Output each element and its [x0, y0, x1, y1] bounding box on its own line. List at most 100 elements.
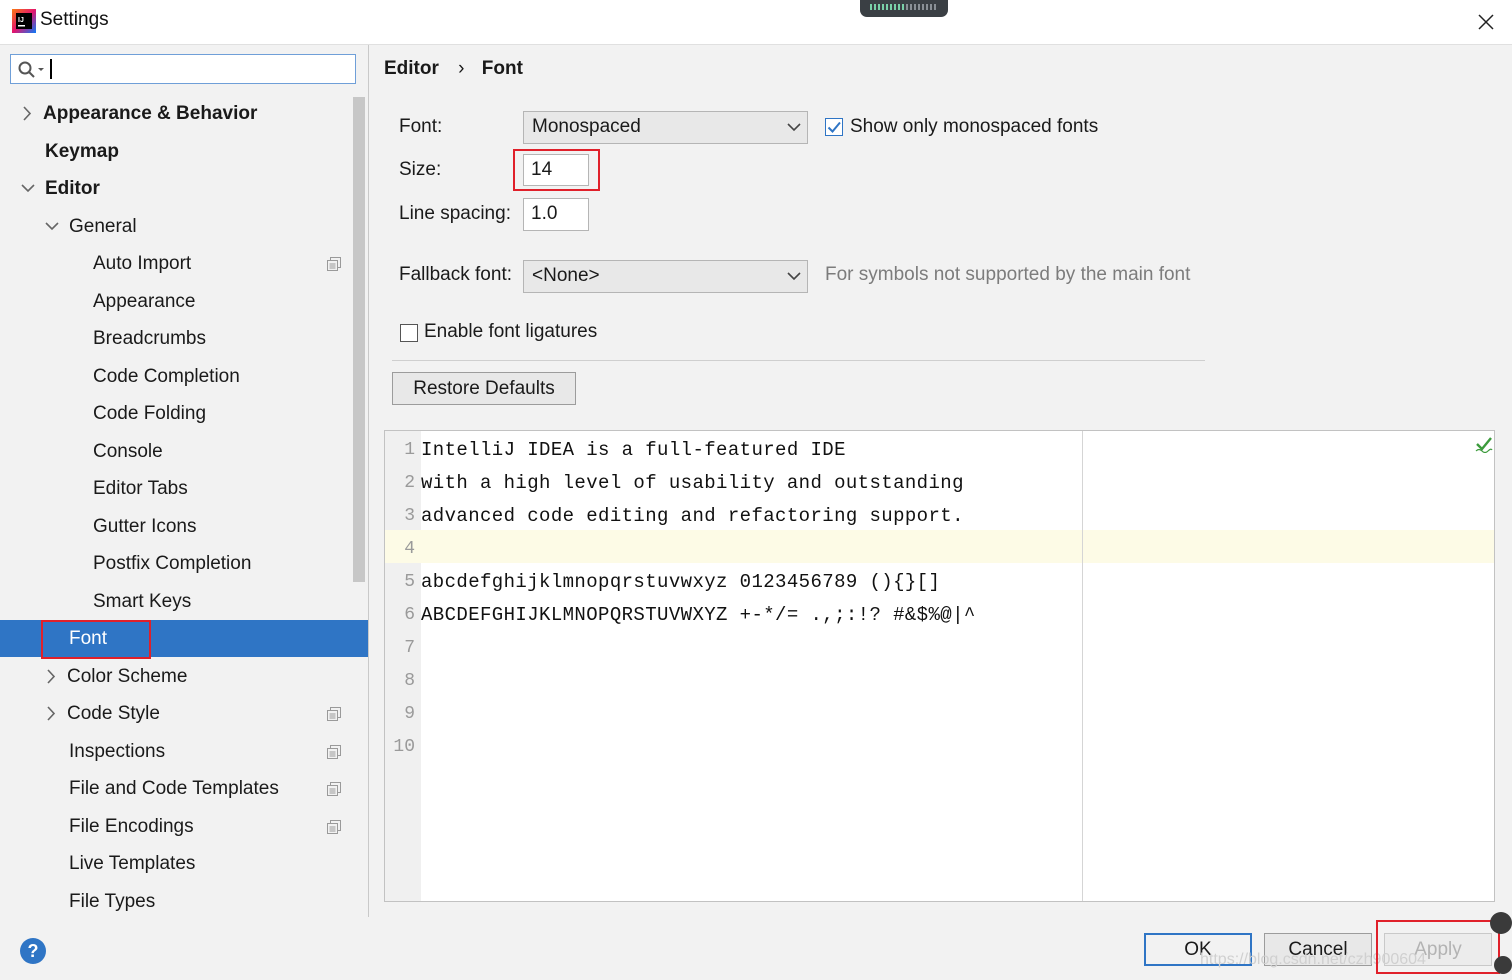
sidebar-item-editor-tabs[interactable]: Editor Tabs — [0, 470, 352, 507]
sidebar-item-label: File Encodings — [69, 816, 194, 837]
text-caret — [50, 59, 52, 79]
chevron-right-icon — [47, 706, 56, 721]
ligatures-checkbox[interactable] — [400, 324, 418, 342]
sidebar-item-font[interactable]: Font — [0, 620, 368, 657]
sidebar-item-breadcrumbs[interactable]: Breadcrumbs — [0, 320, 352, 357]
sidebar-item-label: Postfix Completion — [93, 553, 252, 574]
sidebar-item-label: Keymap — [45, 141, 119, 162]
sidebar-item-label: File and Code Templates — [69, 778, 279, 799]
sidebar-item-label: Appearance & Behavior — [43, 103, 258, 124]
close-icon — [1478, 14, 1494, 30]
search-input[interactable] — [10, 54, 356, 84]
sidebar-item-label: Code Folding — [93, 403, 207, 424]
sidebar-item-appearance-behavior[interactable]: Appearance & Behavior — [0, 95, 352, 132]
sidebar-scrollbar[interactable] — [353, 97, 365, 582]
breadcrumb-parent[interactable]: Editor — [384, 58, 439, 80]
code-line: advanced code editing and refactoring su… — [421, 505, 964, 527]
inspection-ok-icon — [1475, 437, 1493, 453]
font-label: Font: — [399, 116, 443, 137]
size-label: Size: — [399, 159, 442, 180]
line-spacing-input[interactable]: 1.0 — [523, 198, 589, 231]
fallback-font-combobox-value: <None> — [532, 265, 600, 286]
project-settings-icon — [327, 745, 341, 759]
line-spacing-label: Line spacing: — [399, 203, 511, 224]
sidebar-item-label: Breadcrumbs — [93, 328, 206, 349]
project-settings-icon — [327, 257, 341, 271]
code-line: ABCDEFGHIJKLMNOPQRSTUVWXYZ +-*/= .,;:!? … — [421, 604, 976, 626]
sidebar-item-file-and-code-templates[interactable]: File and Code Templates — [0, 770, 352, 807]
code-line: abcdefghijklmnopqrstuvwxyz 0123456789 ()… — [421, 571, 941, 593]
sidebar-item-editor[interactable]: Editor — [0, 170, 352, 207]
screenshot-toolbar-handle[interactable] — [860, 0, 948, 17]
sidebar-item-label: Editor — [45, 178, 100, 199]
sidebar-item-label: Console — [93, 441, 163, 462]
monospaced-only-checkbox[interactable] — [825, 118, 843, 136]
close-button[interactable] — [1466, 8, 1506, 36]
sidebar-item-color-scheme[interactable]: Color Scheme — [0, 658, 352, 695]
caret-row-highlight — [385, 530, 1494, 563]
sidebar-item-file-encodings[interactable]: File Encodings — [0, 808, 352, 845]
sidebar-item-keymap[interactable]: Keymap — [0, 133, 352, 170]
sidebar-item-code-folding[interactable]: Code Folding — [0, 395, 352, 432]
sidebar-item-code-style[interactable]: Code Style — [0, 695, 352, 732]
sidebar-item-live-templates[interactable]: Live Templates — [0, 845, 352, 882]
breadcrumb-separator: › — [458, 58, 465, 79]
sidebar-item-postfix-completion[interactable]: Postfix Completion — [0, 545, 352, 582]
checkmark-icon — [827, 121, 841, 133]
sidebar-item-general[interactable]: General — [0, 208, 352, 245]
line-number: 10 — [393, 737, 415, 757]
project-settings-icon — [327, 707, 341, 721]
sidebar-item-code-completion[interactable]: Code Completion — [0, 358, 352, 395]
sidebar-item-label: Inspections — [69, 741, 166, 762]
sidebar-item-file-types[interactable]: File Types — [0, 883, 352, 920]
line-number: 5 — [404, 572, 415, 592]
intellij-logo-icon: IJ — [12, 9, 36, 33]
search-icon — [18, 61, 44, 78]
screenshot-tool-icon[interactable] — [1490, 912, 1512, 934]
separator — [392, 360, 1205, 361]
sidebar-item-auto-import[interactable]: Auto Import — [0, 245, 352, 282]
fallback-font-combobox[interactable]: <None> — [523, 260, 808, 293]
line-number: 1 — [404, 440, 415, 460]
font-preview-editor[interactable]: 1 IntelliJ IDEA is a full-featured IDE 2… — [384, 430, 1495, 902]
code-line: with a high level of usability and outst… — [421, 472, 964, 494]
sidebar-item-label: Smart Keys — [93, 591, 192, 612]
project-settings-icon — [327, 782, 341, 796]
sidebar-item-label: Font — [69, 628, 108, 649]
monospaced-only-label[interactable]: Show only monospaced fonts — [850, 116, 1098, 138]
font-combobox-value: Monospaced — [532, 116, 641, 137]
sidebar-item-label: Code Style — [67, 703, 160, 724]
sidebar-item-inspections[interactable]: Inspections — [0, 733, 352, 770]
title-bar: IJ Settings — [0, 0, 1512, 45]
breadcrumb: Editor › Font — [384, 58, 523, 80]
help-button[interactable]: ? — [20, 938, 46, 964]
sidebar-item-appearance[interactable]: Appearance — [0, 283, 352, 320]
line-number-gutter — [385, 431, 421, 901]
sidebar-item-label: Auto Import — [93, 253, 192, 274]
sidebar-item-label: Code Completion — [93, 366, 240, 387]
sidebar-item-console[interactable]: Console — [0, 433, 352, 470]
sidebar-item-smart-keys[interactable]: Smart Keys — [0, 583, 352, 620]
screenshot-tool-icon[interactable] — [1494, 956, 1512, 974]
line-number: 8 — [404, 671, 415, 691]
sidebar-item-label: Appearance — [93, 291, 196, 312]
code-line: IntelliJ IDEA is a full-featured IDE — [421, 439, 846, 461]
fallback-font-hint: For symbols not supported by the main fo… — [825, 264, 1191, 285]
project-settings-icon — [327, 820, 341, 834]
line-number: 2 — [404, 473, 415, 493]
sidebar-item-gutter-icons[interactable]: Gutter Icons — [0, 508, 352, 545]
line-number: 4 — [404, 539, 415, 559]
size-input[interactable]: 14 — [523, 154, 589, 186]
watermark-text: https://blog.csdn.net/czh900604 — [1200, 951, 1426, 968]
font-combobox[interactable]: Monospaced — [523, 111, 808, 144]
window-title: Settings — [40, 9, 109, 30]
sidebar-item-label: Color Scheme — [67, 666, 188, 687]
chevron-down-icon — [21, 184, 35, 193]
ligatures-label[interactable]: Enable font ligatures — [424, 321, 597, 343]
breadcrumb-current: Font — [481, 58, 523, 79]
line-number: 3 — [404, 506, 415, 526]
line-number: 6 — [404, 605, 415, 625]
line-number: 7 — [404, 638, 415, 658]
svg-text:IJ: IJ — [18, 17, 24, 24]
restore-defaults-button[interactable]: Restore Defaults — [392, 372, 576, 405]
